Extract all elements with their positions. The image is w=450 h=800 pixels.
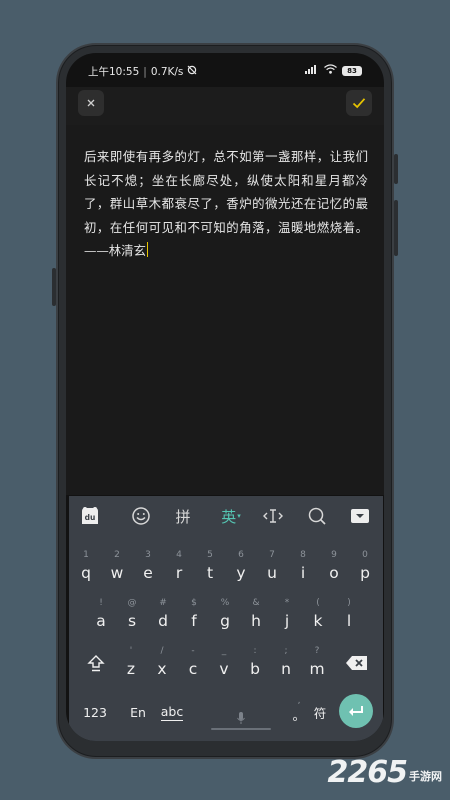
close-button[interactable] (78, 90, 104, 116)
key-d[interactable]: # d (149, 596, 177, 632)
microphone-icon (237, 712, 245, 724)
editor-content: 后来即使有再多的灯，总不如第一盏那样，让我们长记不熄；坐在长廊尽处，纵使太阳和星… (84, 145, 368, 263)
keyboard-toolbar: du 拼 英 ▾ (69, 496, 383, 536)
editor-text: 后来即使有再多的灯，总不如第一盏那样，让我们长记不熄；坐在长廊尽处，纵使太阳和星… (84, 149, 368, 258)
key-t[interactable]: 5t (196, 548, 224, 584)
key-i[interactable]: 8i (289, 548, 317, 584)
key-k[interactable]: (k (304, 596, 332, 632)
watermark-logo: 2265 手游网 (328, 755, 443, 790)
key-h[interactable]: & h (242, 596, 270, 632)
symbols-key[interactable]: 符 (305, 696, 335, 728)
backspace-key[interactable] (339, 646, 375, 680)
battery-icon: 83 (342, 65, 362, 76)
key-f[interactable]: $ f (180, 596, 208, 632)
enter-key[interactable] (339, 694, 373, 728)
key-o[interactable]: 9o (320, 548, 348, 584)
close-icon (87, 99, 95, 107)
key-g[interactable]: % g (211, 596, 239, 632)
english-mode-label: 英 (221, 507, 237, 526)
editor-toolbar (66, 87, 384, 125)
key-z[interactable]: ' z (117, 644, 145, 680)
baidu-logo-icon[interactable]: du (75, 502, 105, 530)
key-a[interactable]: ! a (87, 596, 115, 632)
soft-keyboard: du 拼 英 ▾ 1q 2w 3e 4r 5t 6y 7 u 8 i 9 o 0… (69, 496, 383, 741)
shift-icon (87, 655, 105, 672)
text-editor[interactable]: 后来即使有再多的灯，总不如第一盏那样，让我们长记不熄；坐在长廊尽处，纵使太阳和星… (66, 125, 384, 495)
wifi-icon (324, 64, 337, 77)
key-s[interactable]: @ s (118, 596, 146, 632)
checkmark-icon (352, 98, 366, 109)
key-m[interactable]: ? m (303, 644, 331, 680)
abc-key[interactable]: abc (155, 696, 189, 728)
dropdown-arrow-icon: ▾ (237, 512, 241, 520)
status-bar: 上午10:55 | 0.7K/s 83 (66, 53, 384, 87)
watermark-number: 2265 (327, 755, 408, 790)
pinyin-mode-button[interactable]: 拼 (168, 502, 198, 530)
hide-keyboard-icon[interactable] (345, 502, 375, 530)
english-mode-button[interactable]: 英 ▾ (213, 502, 249, 530)
key-c[interactable]: -c (179, 644, 207, 680)
backspace-icon (346, 656, 367, 670)
key-q[interactable]: 1q (72, 548, 100, 584)
key-n[interactable]: ; n (272, 644, 300, 680)
key-l[interactable]: ) l (335, 596, 363, 632)
volume-button (52, 268, 56, 306)
svg-text:du: du (85, 513, 96, 522)
space-key[interactable] (211, 702, 271, 730)
phone-screen: 上午10:55 | 0.7K/s 83 后来即使有再多的灯，总不如第一盏那样，让 (66, 53, 384, 741)
confirm-button[interactable] (346, 90, 372, 116)
text-cursor (146, 242, 149, 257)
network-speed: 0.7K/s (150, 65, 184, 78)
en-key[interactable]: En (123, 696, 153, 728)
cursor-move-icon[interactable] (258, 502, 288, 530)
power-button (394, 154, 398, 184)
shift-key[interactable] (79, 646, 113, 680)
enter-icon (349, 706, 363, 716)
key-u[interactable]: 7u (258, 548, 286, 584)
key-r[interactable]: 4r (165, 548, 193, 584)
emoji-icon[interactable] (126, 502, 156, 530)
key-e[interactable]: 3e (134, 548, 162, 584)
key-p[interactable]: 0p (351, 548, 379, 584)
space-bar-line (211, 728, 271, 730)
sync-icon (187, 65, 197, 78)
status-time: 上午10:55 (88, 66, 140, 78)
key-b[interactable]: :b (241, 644, 269, 680)
side-button (394, 200, 398, 256)
key-w[interactable]: 2w (103, 548, 131, 584)
key-x[interactable]: / x (148, 644, 176, 680)
search-icon[interactable] (302, 502, 332, 530)
signal-icon (305, 64, 319, 77)
key-v[interactable]: _ v (210, 644, 238, 680)
numbers-key[interactable]: 123 (75, 696, 115, 728)
key-y[interactable]: 6y (227, 548, 255, 584)
watermark-text: 手游网 (409, 770, 442, 783)
status-separator: | (143, 65, 147, 78)
key-j[interactable]: * j (273, 596, 301, 632)
